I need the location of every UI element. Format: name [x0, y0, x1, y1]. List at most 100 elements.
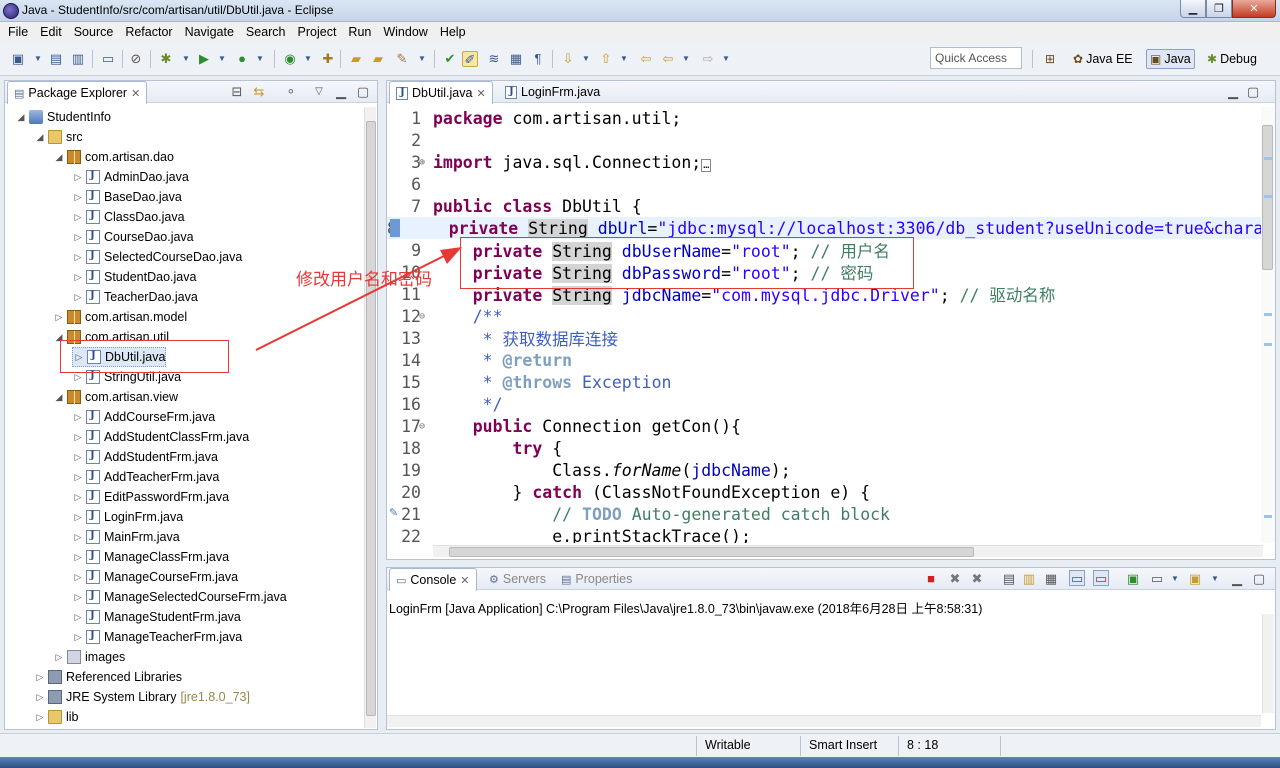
- perspective-debug[interactable]: ✱ Debug: [1204, 49, 1260, 69]
- maximize-view-icon[interactable]: ▢: [1251, 571, 1267, 587]
- collapse-arrow-icon[interactable]: ◢: [53, 392, 65, 403]
- collapse-all-icon[interactable]: ⊟: [229, 84, 245, 100]
- code-line[interactable]: 2: [387, 129, 1261, 151]
- close-icon[interactable]: ✕: [460, 574, 469, 587]
- code-line[interactable]: 20 } catch (ClassNotFoundException e) {: [387, 481, 1261, 503]
- code-line[interactable]: 21 // TODO Auto-generated catch block: [387, 503, 1261, 525]
- tree-item[interactable]: ▷ ManageSelectedCourseFrm.java: [72, 587, 287, 607]
- new-package-icon[interactable]: ✚: [320, 51, 336, 67]
- expand-arrow-icon[interactable]: ▷: [53, 652, 65, 663]
- tree-item[interactable]: ▷ CourseDao.java: [72, 227, 194, 247]
- tree-item[interactable]: ▷ AddCourseFrm.java: [72, 407, 215, 427]
- pin-console-icon[interactable]: ▣: [1125, 571, 1141, 587]
- code-line[interactable]: 13 * 获取数据库连接: [387, 327, 1261, 350]
- toggle-mark-occurrences-icon[interactable]: ✔: [442, 51, 458, 67]
- back-dropdown-icon[interactable]: ▼: [678, 51, 694, 67]
- console-scrollbar[interactable]: [1262, 614, 1274, 713]
- skip-breakpoints-icon[interactable]: ⊘: [128, 51, 144, 67]
- expand-arrow-icon[interactable]: ▷: [34, 712, 46, 723]
- tree-item[interactable]: ▷ ManageTeacherFrm.java: [72, 627, 242, 647]
- tree-item[interactable]: ▷ BaseDao.java: [72, 187, 182, 207]
- open-perspective-button[interactable]: ⊞: [1042, 49, 1058, 69]
- show-on-stderr-icon[interactable]: ▭: [1093, 570, 1109, 586]
- code-line[interactable]: 6: [387, 173, 1261, 195]
- menu-search[interactable]: Search: [240, 25, 292, 39]
- editor-hscroll-thumb[interactable]: [449, 547, 974, 557]
- focus-icon[interactable]: ⚬: [283, 84, 299, 100]
- maximize-view-icon[interactable]: ▢: [1245, 84, 1261, 100]
- show-on-stdout-icon[interactable]: ▭: [1069, 570, 1085, 586]
- expand-arrow-icon[interactable]: ▷: [72, 592, 84, 603]
- show-whitespace-icon[interactable]: ▦: [508, 51, 524, 67]
- search-icon[interactable]: ✎: [394, 51, 410, 67]
- tree-item[interactable]: ◢ com.artisan.dao: [53, 147, 174, 167]
- debug-dropdown-icon[interactable]: ▼: [178, 51, 194, 67]
- code-line[interactable]: 7 public class DbUtil {: [387, 195, 1261, 217]
- expand-arrow-icon[interactable]: ▷: [72, 252, 84, 263]
- prev-annotation-dropdown-icon[interactable]: ▼: [616, 51, 632, 67]
- close-icon[interactable]: ✕: [476, 87, 485, 100]
- next-annotation-icon[interactable]: ⇩: [560, 51, 576, 67]
- open-console-icon[interactable]: ▣: [1187, 571, 1203, 587]
- code-line[interactable]: 8 private String dbUrl="jdbc:mysql://loc…: [387, 217, 1261, 239]
- run-external-icon[interactable]: ●: [234, 51, 250, 67]
- maximize-button[interactable]: ❐: [1206, 0, 1232, 18]
- minimize-view-icon[interactable]: ▁: [1225, 84, 1241, 100]
- expand-arrow-icon[interactable]: ▷: [72, 512, 84, 523]
- display-console-dropdown-icon[interactable]: ▼: [1167, 571, 1183, 587]
- toggle-block-icon[interactable]: ≋: [486, 51, 502, 67]
- expand-arrow-icon[interactable]: ▷: [72, 172, 84, 183]
- overview-ruler[interactable]: [1261, 107, 1275, 543]
- close-icon[interactable]: ✕: [131, 87, 140, 100]
- tree-item[interactable]: ◢ src: [34, 127, 83, 147]
- menu-run[interactable]: Run: [342, 25, 377, 39]
- debug-icon[interactable]: ✱: [158, 51, 174, 67]
- tree-item[interactable]: ▷ lib: [34, 707, 79, 727]
- minimize-button[interactable]: ▁: [1180, 0, 1206, 18]
- expand-arrow-icon[interactable]: ▷: [72, 532, 84, 543]
- clear-console-icon[interactable]: ▤: [1001, 571, 1017, 587]
- menu-refactor[interactable]: Refactor: [119, 25, 178, 39]
- fold-collapse-icon[interactable]: ⊖: [419, 421, 425, 432]
- tree-item[interactable]: ▷ JRE System Library [jre1.8.0_73]: [34, 687, 250, 707]
- open-console-dropdown-icon[interactable]: ▼: [1207, 571, 1223, 587]
- tree-item[interactable]: ▷ ClassDao.java: [72, 207, 185, 227]
- menu-edit[interactable]: Edit: [34, 25, 68, 39]
- tab-properties[interactable]: ▤ Properties: [555, 568, 638, 590]
- tree-item[interactable]: ▷ AdminDao.java: [72, 167, 189, 187]
- forward-dropdown-icon[interactable]: ▼: [718, 51, 734, 67]
- prev-annotation-icon[interactable]: ⇧: [598, 51, 614, 67]
- expand-arrow-icon[interactable]: ▷: [72, 412, 84, 423]
- tree-item[interactable]: ▷ EditPasswordFrm.java: [72, 487, 229, 507]
- expand-arrow-icon[interactable]: ▷: [72, 372, 84, 383]
- code-editor[interactable]: 1 package com.artisan.util; 2 3 ⊕ import java…: [387, 107, 1261, 543]
- expand-arrow-icon[interactable]: ▷: [72, 572, 84, 583]
- tree-item[interactable]: ▷ Referenced Libraries: [34, 667, 182, 687]
- code-line[interactable]: 3 ⊕ import java.sql.Connection;…: [387, 151, 1261, 173]
- display-console-icon[interactable]: ▭: [1149, 571, 1165, 587]
- tree-item[interactable]: ▷ images: [53, 647, 125, 667]
- expand-arrow-icon[interactable]: ▷: [72, 472, 84, 483]
- code-line[interactable]: 14 * @return: [387, 349, 1261, 371]
- tree-item[interactable]: ▷ AddStudentClassFrm.java: [72, 427, 249, 447]
- new-dropdown-icon[interactable]: ▼: [30, 51, 46, 67]
- expand-arrow-icon[interactable]: ▷: [72, 452, 84, 463]
- code-line[interactable]: 15 * @throws Exception: [387, 371, 1261, 393]
- expand-arrow-icon[interactable]: ▷: [34, 692, 46, 703]
- expand-arrow-icon[interactable]: ▷: [72, 232, 84, 243]
- code-line[interactable]: 12 ⊖ /**: [387, 305, 1261, 327]
- remove-all-icon[interactable]: ✖: [969, 571, 985, 587]
- menu-navigate[interactable]: Navigate: [179, 25, 240, 39]
- tree-item[interactable]: ▷ ManageClassFrm.java: [72, 547, 229, 567]
- new-icon[interactable]: ▣: [10, 51, 26, 67]
- expand-arrow-icon[interactable]: ▷: [72, 612, 84, 623]
- menu-window[interactable]: Window: [377, 25, 433, 39]
- run-icon[interactable]: ▶: [196, 51, 212, 67]
- tree-item[interactable]: ▷ MainFrm.java: [72, 527, 180, 547]
- last-edit-icon[interactable]: ⇦: [638, 51, 654, 67]
- tree-item[interactable]: ▷ ManageCourseFrm.java: [72, 567, 238, 587]
- expand-arrow-icon[interactable]: ▷: [53, 312, 65, 323]
- code-line[interactable]: 17 ⊖ public Connection getCon(){: [387, 415, 1261, 437]
- menu-source[interactable]: Source: [68, 25, 120, 39]
- run-dropdown-icon[interactable]: ▼: [214, 51, 230, 67]
